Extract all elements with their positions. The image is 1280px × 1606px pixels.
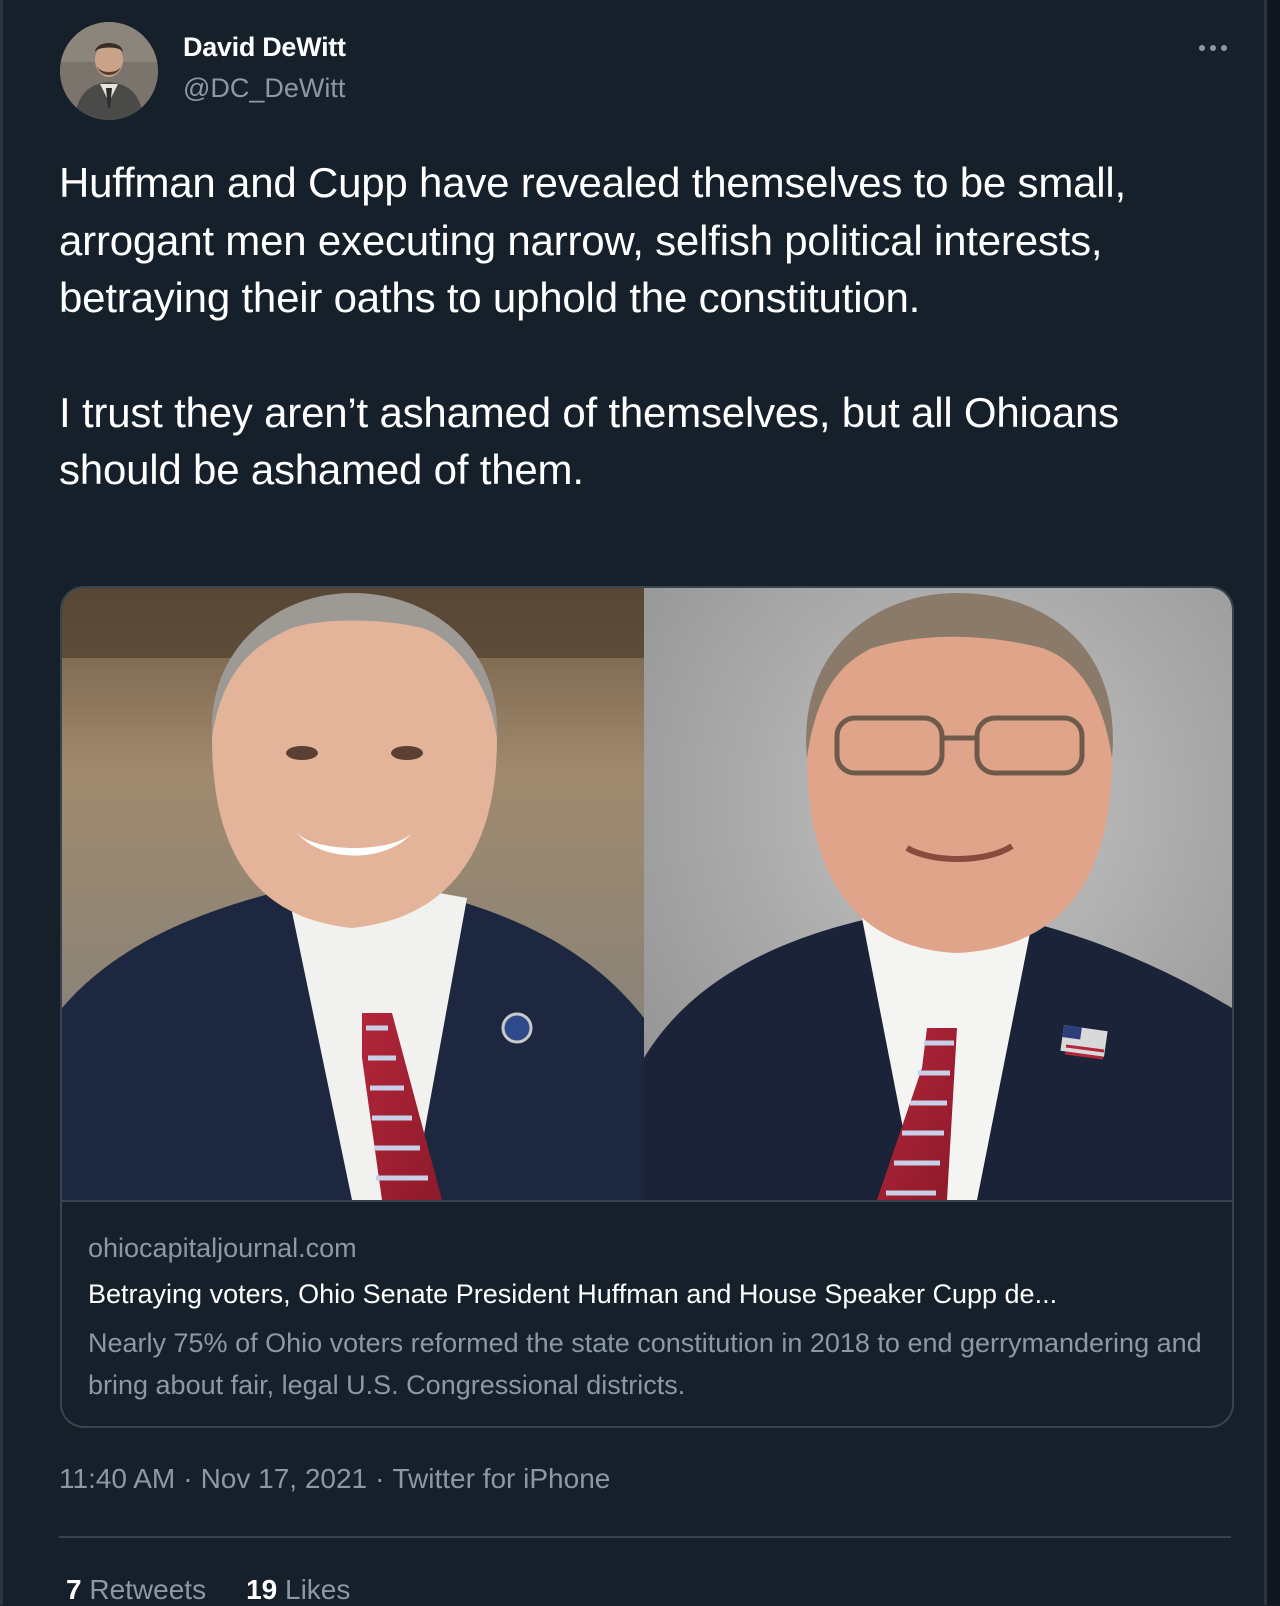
retweets-stat[interactable]: 7 Retweets [66,1574,206,1606]
left-border [0,0,3,1605]
card-description: Nearly 75% of Ohio voters reformed the s… [88,1328,1202,1400]
meta-separator: · [183,1463,193,1494]
retweets-count: 7 [66,1574,82,1605]
likes-count: 19 [246,1574,278,1605]
right-border [1264,0,1267,1605]
tweet-time[interactable]: 11:40 AM [59,1463,175,1494]
tweet-text: Huffman and Cupp have revealed themselve… [59,154,1219,499]
tweet-meta: 11:40 AM · Nov 17, 2021 · Twitter for iPhone [59,1463,610,1495]
link-preview-card[interactable]: ohiocapitaljournal.com Betraying voters,… [60,586,1234,1428]
tweet-paragraph: Huffman and Cupp have revealed themselve… [59,159,1127,321]
right-gutter [1267,0,1280,1605]
retweets-label: Retweets [89,1574,207,1605]
likes-label: Likes [285,1574,351,1605]
avatar[interactable] [60,22,158,120]
tweet-date[interactable]: Nov 17, 2021 [201,1463,368,1494]
tweet-stats: 7 Retweets 19 Likes [66,1574,350,1606]
divider [59,1536,1231,1538]
card-image[interactable] [62,588,1232,1200]
card-domain: ohiocapitaljournal.com [88,1233,357,1263]
user-handle[interactable]: @DC_DeWitt [183,73,345,104]
card-divider [62,1200,1232,1202]
card-title: Betraying voters, Ohio Senate President … [88,1279,1058,1309]
display-name[interactable]: David DeWitt [183,32,346,63]
meta-separator: · [375,1463,385,1494]
likes-stat[interactable]: 19 Likes [246,1574,350,1606]
tweet-source[interactable]: Twitter for iPhone [392,1463,610,1494]
more-options-button[interactable] [1193,30,1233,66]
tweet-page: David DeWitt @DC_DeWitt Huffman and Cupp… [0,0,1280,1605]
tweet-paragraph: I trust they aren’t ashamed of themselve… [59,388,1119,494]
more-horizontal-icon [1198,39,1228,57]
